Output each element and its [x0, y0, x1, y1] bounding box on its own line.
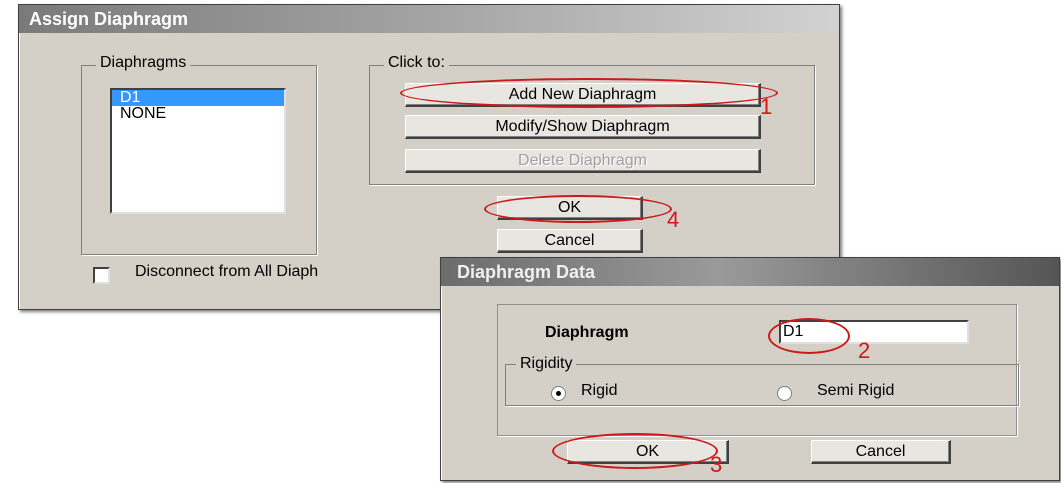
diaphragm-data-title: Diaphragm Data — [441, 258, 1059, 286]
assign-ok-button[interactable]: OK — [497, 196, 643, 220]
disconnect-label: Disconnect from All Diaph — [135, 263, 319, 280]
annotation-step-4: 4 — [667, 207, 680, 232]
rigid-radio[interactable] — [551, 386, 566, 401]
rigid-radio-dot — [556, 391, 561, 396]
click-to-group-label: Click to: — [384, 54, 449, 72]
data-cancel-button[interactable]: Cancel — [811, 440, 951, 464]
diaphragm-name-input[interactable]: D1 — [779, 320, 969, 344]
semi-rigid-label: Semi Rigid — [817, 382, 895, 399]
disconnect-checkbox[interactable] — [93, 267, 110, 284]
list-item-none[interactable]: NONE — [112, 106, 284, 122]
assign-cancel-button[interactable]: Cancel — [497, 229, 643, 253]
annotation-step-2: 2 — [858, 338, 871, 363]
annotation-step-3: 3 — [710, 452, 723, 477]
diaphragms-groupbox: Diaphragms D1 NONE — [81, 54, 317, 255]
diaphragm-data-window: Diaphragm Data Diaphragm D1 Rigidity Rig… — [440, 257, 1060, 481]
rigid-label: Rigid — [581, 382, 618, 399]
diaphragm-label: Diaphragm — [545, 324, 629, 341]
data-ok-button[interactable]: OK — [567, 440, 729, 464]
assign-diaphragm-title: Assign Diaphragm — [19, 5, 839, 33]
diaphragms-group-label: Diaphragms — [96, 54, 191, 72]
list-item-d1[interactable]: D1 — [112, 90, 284, 106]
annotation-step-1: 1 — [760, 94, 773, 119]
delete-diaphragm-button[interactable]: Delete Diaphragm — [405, 149, 761, 173]
add-new-diaphragm-button[interactable]: Add New Diaphragm — [405, 83, 761, 107]
semi-rigid-radio[interactable] — [777, 386, 792, 401]
rigidity-group-label: Rigidity — [516, 355, 577, 373]
modify-show-diaphragm-button[interactable]: Modify/Show Diaphragm — [405, 115, 761, 139]
diaphragms-list[interactable]: D1 NONE — [110, 88, 286, 214]
